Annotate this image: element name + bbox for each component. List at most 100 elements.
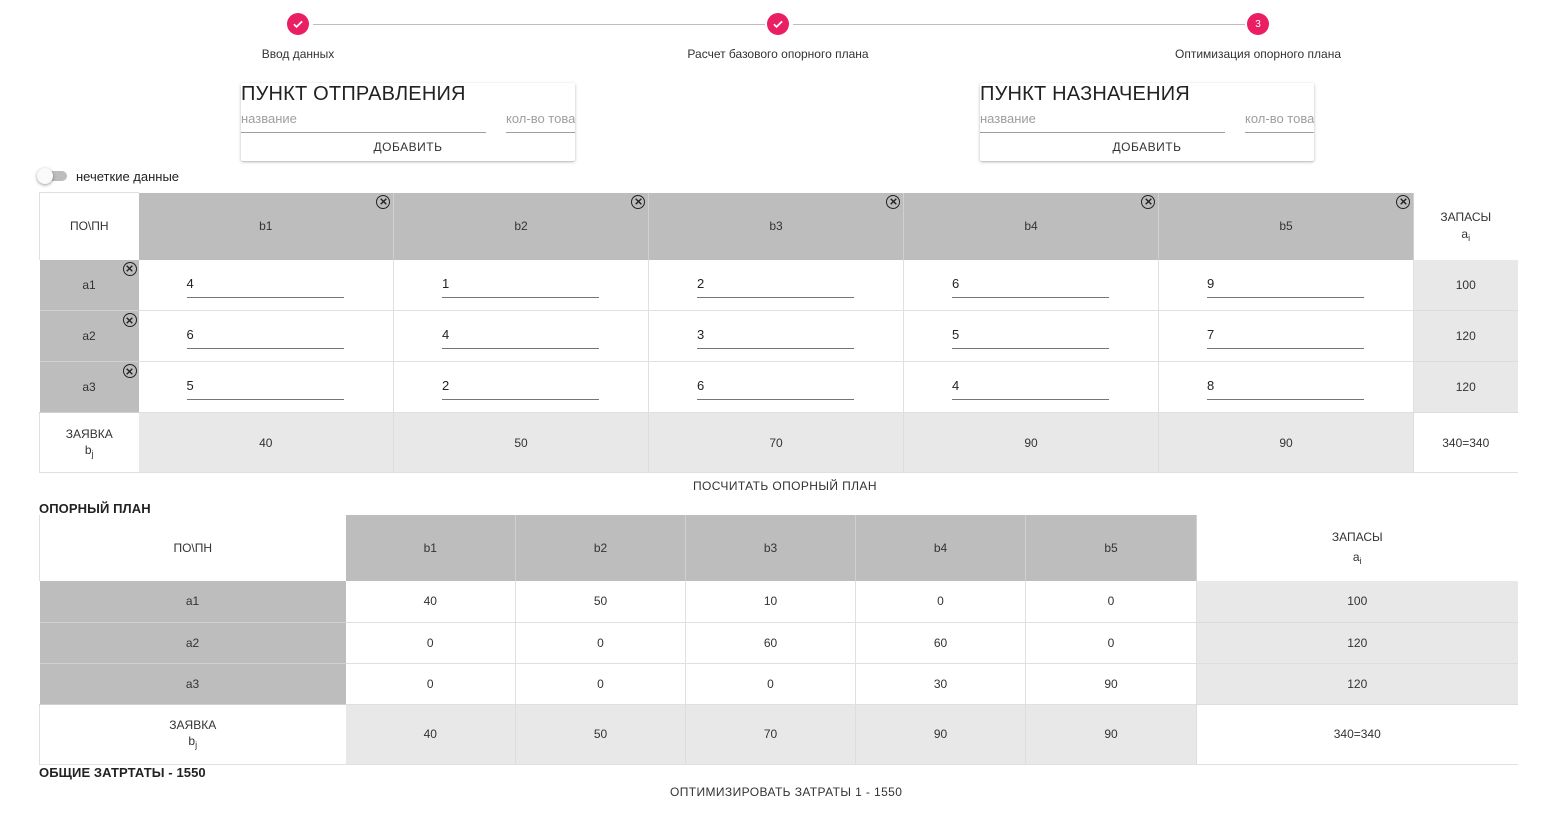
origin-card-title: ПУНКТ ОТПРАВЛЕНИЯ bbox=[241, 83, 466, 105]
plan-section-title: ОПОРНЫЙ ПЛАН bbox=[39, 501, 151, 516]
plan-table-corner: ПО\ПН bbox=[39, 515, 346, 581]
supply-cell: 120 bbox=[1413, 361, 1518, 413]
origin-qty-field[interactable] bbox=[506, 106, 575, 133]
cost-input[interactable]: 5 bbox=[186, 374, 344, 400]
cost-col-header: b2 bbox=[393, 192, 649, 260]
plan-supply-header-label: ЗАПАСЫ bbox=[1331, 530, 1383, 544]
cost-input[interactable]: 6 bbox=[186, 323, 344, 349]
plan-col-header: b3 bbox=[685, 515, 856, 581]
plan-supply-cell: 120 bbox=[1196, 622, 1518, 664]
cost-input[interactable]: 7 bbox=[1207, 323, 1364, 349]
demand-cell: 50 bbox=[393, 412, 649, 473]
origin-card-content: ПУНКТ ОТПРАВЛЕНИЯ ДОБАВИТЬ bbox=[241, 0, 575, 170]
remove-row-icon[interactable] bbox=[122, 364, 137, 378]
cost-input[interactable]: 8 bbox=[1207, 374, 1364, 400]
plan-supply-header: ЗАПАСЫ ai bbox=[1196, 515, 1518, 581]
balance-cell: 340=340 bbox=[1413, 412, 1518, 473]
dest-card-content: ПУНКТ НАЗНАЧЕНИЯ ДОБАВИТЬ bbox=[980, 0, 1314, 170]
row-label: a2 bbox=[82, 329, 96, 343]
compute-plan-button[interactable]: ПОСЧИТАТЬ ОПОРНЫЙ ПЛАН bbox=[693, 479, 877, 493]
plan-row-header: a1 bbox=[39, 581, 346, 623]
cost-input[interactable]: 1 bbox=[442, 272, 599, 298]
supply-header-index: i bbox=[1468, 232, 1471, 243]
cost-cell: 9 bbox=[1158, 259, 1414, 311]
plan-col-header: b5 bbox=[1025, 515, 1197, 581]
plan-cell: 60 bbox=[685, 622, 856, 664]
cost-cell: 5 bbox=[138, 361, 394, 413]
cost-cell: 7 bbox=[1158, 310, 1414, 362]
cost-col-header: b3 bbox=[648, 192, 904, 260]
step-2-label[interactable]: Расчет базового опорного плана bbox=[687, 47, 868, 61]
demand-cell: 90 bbox=[903, 412, 1159, 473]
fuzzy-data-label: нечеткие данные bbox=[76, 169, 180, 184]
supply-cell: 120 bbox=[1413, 310, 1518, 362]
demand-label-text: ЗАЯВКА bbox=[65, 426, 113, 441]
demand-label: ЗАЯВКА bj bbox=[39, 412, 139, 473]
plan-col-header: b2 bbox=[515, 515, 686, 581]
plan-col-header: b1 bbox=[345, 515, 516, 581]
step-2-done-icon[interactable] bbox=[767, 13, 789, 35]
dest-add-button[interactable]: ДОБАВИТЬ bbox=[980, 134, 1314, 160]
demand-cell: 70 bbox=[648, 412, 904, 473]
col-label: b1 bbox=[259, 219, 273, 233]
optimize-cost-button[interactable]: ОПТИМИЗИРОВАТЬ ЗАТРАТЫ 1 - 1550 bbox=[670, 785, 902, 799]
origin-add-button[interactable]: ДОБАВИТЬ bbox=[241, 134, 575, 160]
dest-qty-input[interactable] bbox=[1245, 106, 1314, 130]
remove-column-icon[interactable] bbox=[1141, 194, 1155, 209]
total-cost-label: ОБЩИЕ ЗАТРТАТЫ - 1550 bbox=[39, 765, 206, 780]
row-label: a1 bbox=[82, 277, 96, 292]
plan-row-header: a3 bbox=[39, 663, 346, 705]
plan-cell: 0 bbox=[345, 622, 516, 664]
fuzzy-data-toggle[interactable] bbox=[37, 168, 67, 184]
plan-cell: 0 bbox=[1025, 622, 1197, 664]
origin-name-input[interactable] bbox=[241, 106, 486, 130]
cost-input[interactable]: 6 bbox=[697, 374, 854, 400]
plan-cell: 50 bbox=[515, 581, 686, 623]
cost-input[interactable]: 2 bbox=[697, 272, 854, 298]
demand-cell: 90 bbox=[1158, 412, 1414, 473]
remove-column-icon[interactable] bbox=[631, 194, 645, 209]
plan-table: ПО\ПН b1 b2 b3 b4 b5 ЗАПАСЫ ai a1 40 50 … bbox=[39, 515, 1518, 765]
cost-cell: 6 bbox=[648, 361, 904, 413]
remove-column-icon[interactable] bbox=[1396, 194, 1410, 209]
cost-cell: 3 bbox=[648, 310, 904, 362]
dest-qty-field[interactable] bbox=[1245, 106, 1314, 133]
cost-input[interactable]: 4 bbox=[442, 323, 599, 349]
plan-cell: 40 bbox=[345, 581, 516, 623]
dest-name-input[interactable] bbox=[980, 106, 1225, 130]
cost-input[interactable]: 9 bbox=[1207, 272, 1364, 298]
remove-column-icon[interactable] bbox=[376, 194, 390, 209]
origin-qty-input[interactable] bbox=[506, 106, 575, 130]
plan-cell: 60 bbox=[855, 622, 1026, 664]
plan-supply-cell: 100 bbox=[1196, 581, 1518, 623]
cost-input[interactable]: 2 bbox=[442, 374, 599, 400]
demand-cell: 40 bbox=[138, 412, 394, 473]
cost-cell: 5 bbox=[903, 310, 1159, 362]
cost-row-header: a2 bbox=[39, 310, 139, 362]
cost-input[interactable]: 5 bbox=[952, 323, 1109, 349]
cost-col-header: b5 bbox=[1158, 192, 1414, 260]
plan-cell: 30 bbox=[855, 663, 1026, 705]
cost-cell: 6 bbox=[903, 259, 1159, 311]
cost-input[interactable]: 6 bbox=[952, 272, 1109, 298]
remove-row-icon[interactable] bbox=[122, 261, 137, 276]
remove-column-icon[interactable] bbox=[886, 194, 900, 209]
demand-sub-index: j bbox=[91, 448, 94, 459]
cost-table: ПО\ПН b1 b2 b3 b4 b5 ЗАПАСЫ ai a1 4 1 2 … bbox=[39, 192, 1518, 473]
plan-demand-label-text: ЗАЯВКА bbox=[169, 718, 217, 732]
plan-cell: 0 bbox=[515, 663, 686, 705]
origin-name-field[interactable] bbox=[241, 106, 486, 133]
plan-cell: 0 bbox=[345, 663, 516, 705]
supply-header: ЗАПАСЫ ai bbox=[1413, 192, 1518, 260]
cost-cell: 4 bbox=[138, 259, 394, 311]
cost-input[interactable]: 3 bbox=[697, 323, 854, 349]
plan-demand-cell: 40 bbox=[345, 704, 516, 765]
cost-input[interactable]: 4 bbox=[186, 272, 344, 298]
cost-input[interactable]: 4 bbox=[952, 374, 1109, 400]
plan-cell: 90 bbox=[1025, 663, 1197, 705]
dest-name-field[interactable] bbox=[980, 106, 1225, 133]
supply-cell: 100 bbox=[1413, 259, 1518, 311]
remove-row-icon[interactable] bbox=[122, 313, 137, 327]
plan-supply-cell: 120 bbox=[1196, 663, 1518, 705]
plan-demand-cell: 70 bbox=[685, 704, 856, 765]
